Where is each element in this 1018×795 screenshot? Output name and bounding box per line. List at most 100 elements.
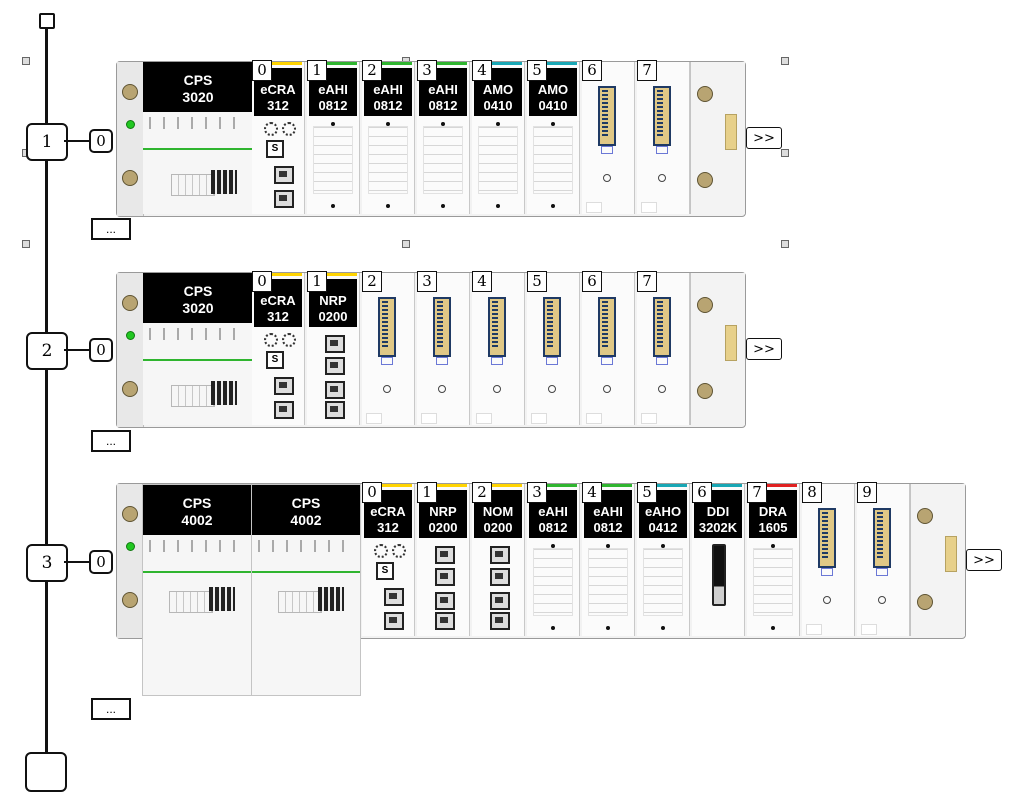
slot-number: 5 — [527, 60, 547, 81]
io-module-slot-4[interactable]: 4 — [472, 271, 525, 425]
io-module-slot-7[interactable]: 7 DRA 1605 — [747, 482, 800, 636]
rack-number-box[interactable]: 0 — [89, 129, 113, 153]
expand-rack-button[interactable]: >> — [746, 127, 782, 149]
slot-number: 6 — [582, 60, 602, 81]
connector-pins — [822, 512, 828, 560]
selection-handle[interactable] — [22, 240, 30, 248]
module-family: eCRA — [260, 82, 296, 97]
io-module-slot-2[interactable]: 2 eAHI 0812 — [362, 60, 415, 214]
connector-pins — [657, 301, 663, 349]
io-module-slot-0[interactable]: 0 eCRA 312 S — [252, 271, 305, 425]
power-supply-label: CPS 4002 — [252, 485, 360, 535]
connector-grid — [169, 591, 213, 613]
slot-number: 2 — [472, 482, 492, 503]
io-module-slot-7[interactable]: 7 — [637, 60, 690, 214]
io-module-slot-1[interactable]: 1 NRP 0200 — [307, 271, 360, 425]
rack-right-endcap — [910, 484, 965, 636]
fiber-port-icon — [435, 592, 455, 610]
bus-end-drop-box[interactable] — [25, 752, 67, 792]
ethernet-port-icon — [325, 357, 345, 375]
ventilation-grille — [643, 548, 683, 616]
power-supply-module[interactable]: CPS 3020 — [143, 273, 254, 425]
footer-pad — [421, 413, 437, 424]
fiber-port-icon — [325, 381, 345, 399]
module-family: DDI — [706, 504, 730, 519]
mounting-screw-icon — [917, 508, 933, 524]
gear-icon — [264, 333, 278, 347]
io-module-slot-5[interactable]: 5 eAHO 0412 — [637, 482, 690, 636]
rack-number-box[interactable]: 0 — [89, 550, 113, 574]
footer-pad — [586, 202, 602, 213]
power-supply-module[interactable]: CPS 4002 — [142, 484, 252, 696]
ethernet-port-icon — [490, 546, 510, 564]
module-family: eAHI — [593, 504, 623, 519]
status-window-icon — [546, 357, 558, 365]
module-family: NRP — [319, 293, 347, 308]
terminal-strip — [149, 540, 245, 552]
io-module-slot-9[interactable]: 9 — [857, 482, 910, 636]
screw-dot — [551, 204, 555, 208]
io-module-slot-0[interactable]: 0 eCRA 312 S — [362, 482, 415, 636]
ethernet-port-icon — [274, 166, 294, 184]
power-supply-module[interactable]: CPS 3020 — [143, 62, 254, 214]
add-rack-button[interactable]: ... — [91, 698, 131, 720]
selection-handle[interactable] — [402, 240, 410, 248]
rack-number-box[interactable]: 0 — [89, 338, 113, 362]
io-module-slot-4[interactable]: 4 eAHI 0812 — [582, 482, 635, 636]
mounting-screw-icon — [697, 86, 713, 102]
module-type-bar — [268, 62, 302, 65]
io-module-slot-2[interactable]: 2 NOM 0200 — [472, 482, 525, 636]
add-rack-button[interactable]: ... — [91, 218, 131, 240]
io-module-slot-1[interactable]: 1 eAHI 0812 — [307, 60, 360, 214]
io-module-slot-2[interactable]: 2 — [362, 271, 415, 425]
rack-right-endcap — [690, 62, 745, 214]
selection-handle[interactable] — [22, 57, 30, 65]
slot-number: 4 — [472, 60, 492, 81]
drop-number-box[interactable]: 1 — [26, 123, 68, 161]
module-family: eCRA — [260, 293, 296, 308]
power-supply-label: CPS 3020 — [143, 62, 253, 112]
terminal-strip — [149, 117, 247, 129]
selection-handle[interactable] — [781, 57, 789, 65]
io-module-slot-7[interactable]: 7 — [637, 271, 690, 425]
status-window-icon — [876, 568, 888, 576]
slot-number: 5 — [527, 271, 547, 292]
io-module-slot-3[interactable]: 3 — [417, 271, 470, 425]
io-module-slot-3[interactable]: 3 eAHI 0812 — [417, 60, 470, 214]
io-module-slot-1[interactable]: 1 NRP 0200 — [417, 482, 470, 636]
power-link-line — [143, 148, 253, 150]
status-switch-icon: S — [376, 562, 394, 580]
io-module-slot-6[interactable]: 6 — [582, 60, 635, 214]
gear-icon — [392, 544, 406, 558]
mounting-screw-icon — [122, 170, 138, 186]
power-supply-module[interactable]: CPS 4002 — [251, 484, 361, 696]
bus-head-connector[interactable] — [39, 13, 55, 29]
selection-handle[interactable] — [781, 240, 789, 248]
mounting-screw-icon — [122, 295, 138, 311]
mounting-screw-icon — [697, 383, 713, 399]
io-module-slot-0[interactable]: 0 eCRA 312 S — [252, 60, 305, 214]
module-family: AMO — [537, 82, 569, 97]
io-module-slot-5[interactable]: 5 AMO 0410 — [527, 60, 580, 214]
expand-rack-button[interactable]: >> — [746, 338, 782, 360]
drop-number-box[interactable]: 3 — [26, 544, 68, 582]
mounting-screw-icon — [122, 506, 138, 522]
module-family: AMO — [482, 82, 514, 97]
io-module-slot-5[interactable]: 5 — [527, 271, 580, 425]
drop-link-line — [64, 561, 90, 563]
ventilation-grille — [533, 126, 573, 194]
drop-number-box[interactable]: 2 — [26, 332, 68, 370]
io-module-slot-8[interactable]: 8 — [802, 482, 855, 636]
footer-pad — [586, 413, 602, 424]
io-module-slot-3[interactable]: 3 eAHI 0812 — [527, 482, 580, 636]
slot-number: 5 — [637, 482, 657, 503]
io-module-slot-6[interactable]: 6 DDI 3202K — [692, 482, 745, 636]
selection-handle[interactable] — [781, 149, 789, 157]
expand-rack-button[interactable]: >> — [966, 549, 1002, 571]
add-rack-button[interactable]: ... — [91, 430, 131, 452]
power-link-line — [143, 359, 253, 361]
io-module-slot-6[interactable]: 6 — [582, 271, 635, 425]
module-family: DRA — [758, 504, 788, 519]
io-module-slot-4[interactable]: 4 AMO 0410 — [472, 60, 525, 214]
module-type-bar — [323, 273, 357, 276]
